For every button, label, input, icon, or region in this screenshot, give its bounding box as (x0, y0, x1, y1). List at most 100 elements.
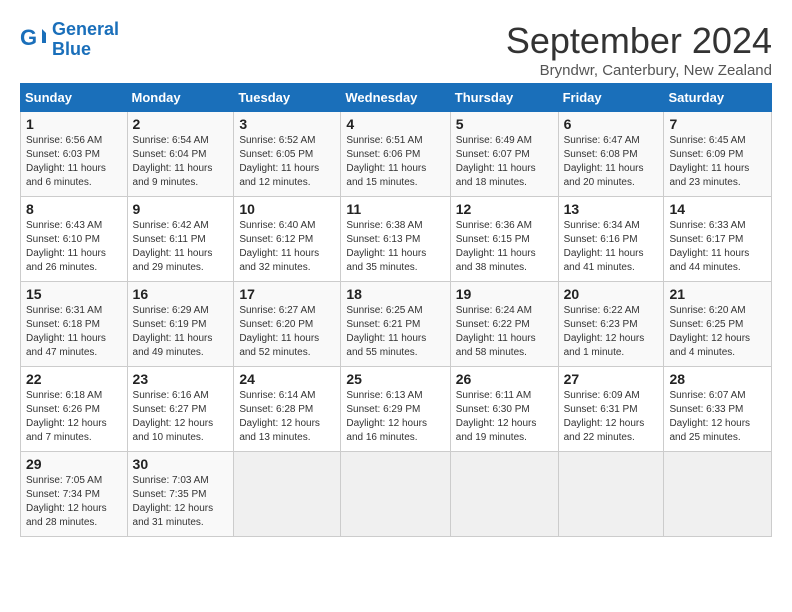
day-number: 1 (26, 116, 122, 132)
day-info: Sunrise: 6:33 AMSunset: 6:17 PMDaylight:… (669, 219, 766, 275)
calendar-cell: 9 Sunrise: 6:42 AMSunset: 6:11 PMDaylight… (127, 197, 234, 282)
day-info: Sunrise: 6:18 AMSunset: 6:26 PMDaylight:… (26, 389, 122, 445)
calendar-cell (341, 452, 450, 537)
calendar-cell: 6Sunrise: 6:47 AMSunset: 6:08 PMDaylight… (558, 112, 664, 197)
day-number: 27 (564, 371, 659, 387)
calendar-body: 1 Sunrise: 6:56 AMSunset: 6:03 PMDaylight… (21, 112, 772, 537)
day-number: 16 (133, 286, 229, 302)
day-info: Sunrise: 6:20 AMSunset: 6:25 PMDaylight:… (669, 304, 766, 360)
day-info: Sunrise: 6:25 AMSunset: 6:21 PMDaylight:… (346, 304, 444, 360)
calendar-cell: 21 Sunrise: 6:20 AMSunset: 6:25 PMDayligh… (664, 282, 772, 367)
calendar-cell: 29 Sunrise: 7:05 AMSunset: 7:34 PMDayligh… (21, 452, 128, 537)
calendar-cell (450, 452, 558, 537)
day-number: 30 (133, 456, 229, 472)
day-info: Sunrise: 6:56 AMSunset: 6:03 PMDaylight:… (26, 134, 122, 190)
day-info: Sunrise: 6:09 AMSunset: 6:31 PMDaylight:… (564, 389, 659, 445)
calendar-cell: 24 Sunrise: 6:14 AMSunset: 6:28 PMDayligh… (234, 367, 341, 452)
calendar-table: SundayMondayTuesdayWednesdayThursdayFrid… (20, 83, 772, 537)
calendar-week-row: 29 Sunrise: 7:05 AMSunset: 7:34 PMDayligh… (21, 452, 772, 537)
calendar-week-row: 1 Sunrise: 6:56 AMSunset: 6:03 PMDaylight… (21, 112, 772, 197)
logo: G General Blue (20, 20, 119, 60)
day-number: 5 (456, 116, 553, 132)
day-info: Sunrise: 6:31 AMSunset: 6:18 PMDaylight:… (26, 304, 122, 360)
day-header: Monday (127, 84, 234, 112)
calendar-cell: 3 Sunrise: 6:52 AMSunset: 6:05 PMDaylight… (234, 112, 341, 197)
day-info: Sunrise: 6:13 AMSunset: 6:29 PMDaylight:… (346, 389, 444, 445)
calendar-cell: 25 Sunrise: 6:13 AMSunset: 6:29 PMDayligh… (341, 367, 450, 452)
day-info: Sunrise: 6:29 AMSunset: 6:19 PMDaylight:… (133, 304, 229, 360)
day-number: 3 (239, 116, 335, 132)
day-header: Saturday (664, 84, 772, 112)
logo-icon: G (20, 25, 50, 55)
calendar-cell (558, 452, 664, 537)
day-info: Sunrise: 6:22 AMSunset: 6:23 PMDaylight:… (564, 304, 659, 360)
day-info: Sunrise: 6:47 AMSunset: 6:08 PMDaylight:… (564, 134, 659, 190)
calendar-week-row: 8 Sunrise: 6:43 AMSunset: 6:10 PMDaylight… (21, 197, 772, 282)
day-info: Sunrise: 6:42 AMSunset: 6:11 PMDaylight:… (133, 219, 229, 275)
day-info: Sunrise: 6:11 AMSunset: 6:30 PMDaylight:… (456, 389, 553, 445)
day-number: 21 (669, 286, 766, 302)
day-header: Wednesday (341, 84, 450, 112)
day-header: Friday (558, 84, 664, 112)
day-info: Sunrise: 6:07 AMSunset: 6:33 PMDaylight:… (669, 389, 766, 445)
day-number: 14 (669, 201, 766, 217)
day-number: 19 (456, 286, 553, 302)
day-info: Sunrise: 6:36 AMSunset: 6:15 PMDaylight:… (456, 219, 553, 275)
logo-blue: Blue (52, 39, 91, 59)
svg-text:G: G (20, 25, 37, 50)
day-number: 8 (26, 201, 122, 217)
calendar-cell: 1 Sunrise: 6:56 AMSunset: 6:03 PMDaylight… (21, 112, 128, 197)
day-number: 12 (456, 201, 553, 217)
calendar-cell: 2 Sunrise: 6:54 AMSunset: 6:04 PMDaylight… (127, 112, 234, 197)
calendar-cell: 10Sunrise: 6:40 AMSunset: 6:12 PMDayligh… (234, 197, 341, 282)
location-subtitle: Bryndwr, Canterbury, New Zealand (506, 62, 772, 79)
day-info: Sunrise: 6:27 AMSunset: 6:20 PMDaylight:… (239, 304, 335, 360)
calendar-cell (234, 452, 341, 537)
day-info: Sunrise: 6:49 AMSunset: 6:07 PMDaylight:… (456, 134, 553, 190)
day-info: Sunrise: 6:54 AMSunset: 6:04 PMDaylight:… (133, 134, 229, 190)
day-number: 13 (564, 201, 659, 217)
day-number: 28 (669, 371, 766, 387)
day-number: 11 (346, 201, 444, 217)
day-number: 29 (26, 456, 122, 472)
day-number: 9 (133, 201, 229, 217)
day-number: 25 (346, 371, 444, 387)
month-title: September 2024 (506, 20, 772, 62)
calendar-cell: 17Sunrise: 6:27 AMSunset: 6:20 PMDayligh… (234, 282, 341, 367)
calendar-cell: 27 Sunrise: 6:09 AMSunset: 6:31 PMDayligh… (558, 367, 664, 452)
calendar-cell: 23 Sunrise: 6:16 AMSunset: 6:27 PMDayligh… (127, 367, 234, 452)
day-number: 20 (564, 286, 659, 302)
calendar-cell: 14 Sunrise: 6:33 AMSunset: 6:17 PMDayligh… (664, 197, 772, 282)
day-number: 23 (133, 371, 229, 387)
calendar-week-row: 15 Sunrise: 6:31 AMSunset: 6:18 PMDayligh… (21, 282, 772, 367)
calendar-cell: 5 Sunrise: 6:49 AMSunset: 6:07 PMDaylight… (450, 112, 558, 197)
calendar-cell: 7Sunrise: 6:45 AMSunset: 6:09 PMDaylight… (664, 112, 772, 197)
day-number: 18 (346, 286, 444, 302)
calendar-cell: 16 Sunrise: 6:29 AMSunset: 6:19 PMDayligh… (127, 282, 234, 367)
logo-general: General (52, 19, 119, 39)
day-info: Sunrise: 6:16 AMSunset: 6:27 PMDaylight:… (133, 389, 229, 445)
calendar-cell: 19 Sunrise: 6:24 AMSunset: 6:22 PMDayligh… (450, 282, 558, 367)
day-number: 2 (133, 116, 229, 132)
day-number: 24 (239, 371, 335, 387)
day-info: Sunrise: 6:38 AMSunset: 6:13 PMDaylight:… (346, 219, 444, 275)
day-info: Sunrise: 6:14 AMSunset: 6:28 PMDaylight:… (239, 389, 335, 445)
day-number: 22 (26, 371, 122, 387)
day-info: Sunrise: 6:24 AMSunset: 6:22 PMDaylight:… (456, 304, 553, 360)
calendar-cell: 15 Sunrise: 6:31 AMSunset: 6:18 PMDayligh… (21, 282, 128, 367)
calendar-cell: 30 Sunrise: 7:03 AMSunset: 7:35 PMDayligh… (127, 452, 234, 537)
day-info: Sunrise: 7:05 AMSunset: 7:34 PMDaylight:… (26, 474, 122, 530)
day-header: Tuesday (234, 84, 341, 112)
day-info: Sunrise: 6:43 AMSunset: 6:10 PMDaylight:… (26, 219, 122, 275)
day-info: Sunrise: 6:52 AMSunset: 6:05 PMDaylight:… (239, 134, 335, 190)
day-number: 7 (669, 116, 766, 132)
day-header: Thursday (450, 84, 558, 112)
day-number: 26 (456, 371, 553, 387)
calendar-cell: 4Sunrise: 6:51 AMSunset: 6:06 PMDaylight… (341, 112, 450, 197)
day-number: 10 (239, 201, 335, 217)
day-info: Sunrise: 7:03 AMSunset: 7:35 PMDaylight:… (133, 474, 229, 530)
calendar-cell: 12 Sunrise: 6:36 AMSunset: 6:15 PMDayligh… (450, 197, 558, 282)
day-number: 15 (26, 286, 122, 302)
calendar-cell (664, 452, 772, 537)
calendar-cell: 18 Sunrise: 6:25 AMSunset: 6:21 PMDayligh… (341, 282, 450, 367)
